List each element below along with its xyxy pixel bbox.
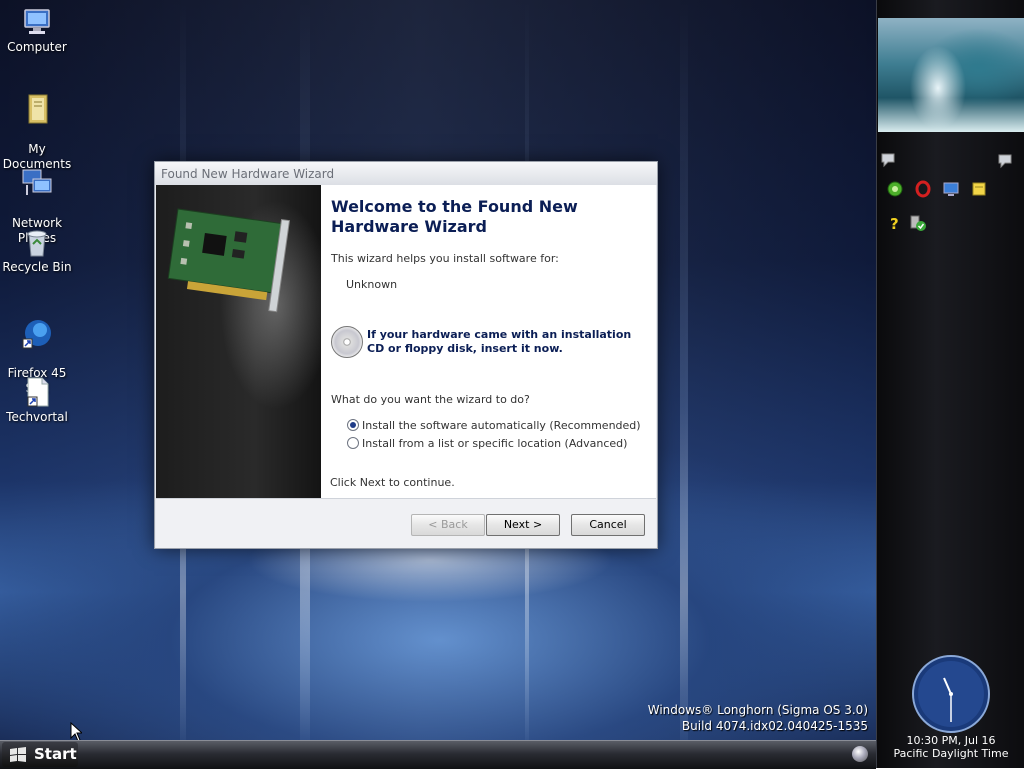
cd-icon — [331, 326, 363, 358]
help-icon[interactable]: ? — [886, 214, 904, 232]
windows-flag-icon — [10, 747, 26, 762]
desktop-icon-label: Computer — [7, 40, 67, 54]
firefox-icon — [22, 320, 51, 349]
start-button[interactable]: Start — [2, 742, 78, 767]
mouse-cursor-icon — [70, 722, 82, 740]
network-card-illustration — [167, 208, 291, 313]
desktop-icon-recycle-bin[interactable]: Recycle Bin — [0, 226, 74, 275]
my-documents-icon — [28, 94, 48, 124]
start-label: Start — [34, 745, 77, 763]
device-name: Unknown — [346, 278, 398, 291]
green-orb-icon[interactable] — [886, 180, 904, 198]
desktop-icon-computer[interactable]: Computer — [0, 6, 74, 55]
clock-gadget[interactable]: 10:30 PM, Jul 16 Pacific Daylight Time — [877, 652, 1024, 768]
watermark-line-2: Build 4074.idx02.040425-1535 — [681, 719, 868, 733]
taskbar: Start — [0, 740, 876, 769]
radio-install-from-list[interactable] — [347, 437, 359, 449]
light-ray — [680, 0, 688, 740]
notes-icon[interactable] — [970, 180, 988, 198]
cd-notice-text: If your hardware came with an installati… — [367, 328, 632, 355]
wizard-question: What do you want the wizard to do? — [331, 393, 530, 406]
wizard-content: Welcome to the Found New Hardware Wizard… — [321, 185, 656, 498]
os-build-watermark: Windows® Longhorn (Sigma OS 3.0) Build 4… — [648, 702, 868, 734]
option-label-automatic[interactable]: Install the software automatically (Reco… — [362, 419, 641, 432]
cancel-button[interactable]: Cancel — [571, 514, 645, 536]
desktop-icon-label: Recycle Bin — [2, 260, 72, 274]
next-button[interactable]: Next > — [486, 514, 560, 536]
sidebar: ? 10:30 PM, Jul 16 Pacific Daylight Time — [876, 0, 1024, 768]
svg-text:?: ? — [890, 215, 899, 232]
wizard-button-bar: < Back Next > Cancel — [156, 498, 656, 548]
desktop-icon-techvortal[interactable]: Techvortal — [0, 376, 74, 425]
radio-install-automatically[interactable] — [347, 419, 359, 431]
wizard-intro-text: This wizard helps you install software f… — [331, 252, 559, 265]
chat-bubble-icon[interactable] — [997, 152, 1015, 170]
window-titlebar[interactable]: Found New Hardware Wizard — [155, 162, 657, 185]
wizard-side-image — [156, 185, 321, 498]
clock-time: 10:30 PM, Jul 16 — [906, 734, 996, 747]
opera-icon[interactable] — [914, 180, 932, 198]
security-check-icon[interactable] — [909, 214, 927, 232]
watermark-line-1: Windows® Longhorn (Sigma OS 3.0) — [647, 703, 868, 717]
recycle-bin-icon — [27, 230, 47, 257]
found-new-hardware-wizard: Found New Hardware Wizard Welcome to the — [154, 161, 658, 549]
option-label-advanced[interactable]: Install from a list or specific location… — [362, 437, 627, 450]
network-places-icon — [22, 169, 52, 195]
back-button[interactable]: < Back — [411, 514, 485, 536]
window-title: Found New Hardware Wizard — [161, 167, 335, 181]
wizard-heading: Welcome to the Found New Hardware Wizard — [331, 197, 578, 236]
computer-icon — [24, 9, 50, 34]
monitor-icon[interactable] — [942, 180, 960, 198]
continue-instruction: Click Next to continue. — [330, 476, 455, 489]
desktop: Computer My Documents Network Places Rec… — [0, 0, 876, 740]
chat-bubble-icon[interactable] — [880, 151, 898, 169]
document-shortcut-icon — [27, 377, 49, 407]
analog-clock-icon — [912, 655, 990, 733]
slideshow-photo[interactable] — [878, 18, 1024, 132]
clock-timezone: Pacific Daylight Time — [893, 747, 1009, 760]
tray-orb-icon[interactable] — [852, 746, 868, 762]
desktop-icon-label: Techvortal — [6, 410, 68, 424]
